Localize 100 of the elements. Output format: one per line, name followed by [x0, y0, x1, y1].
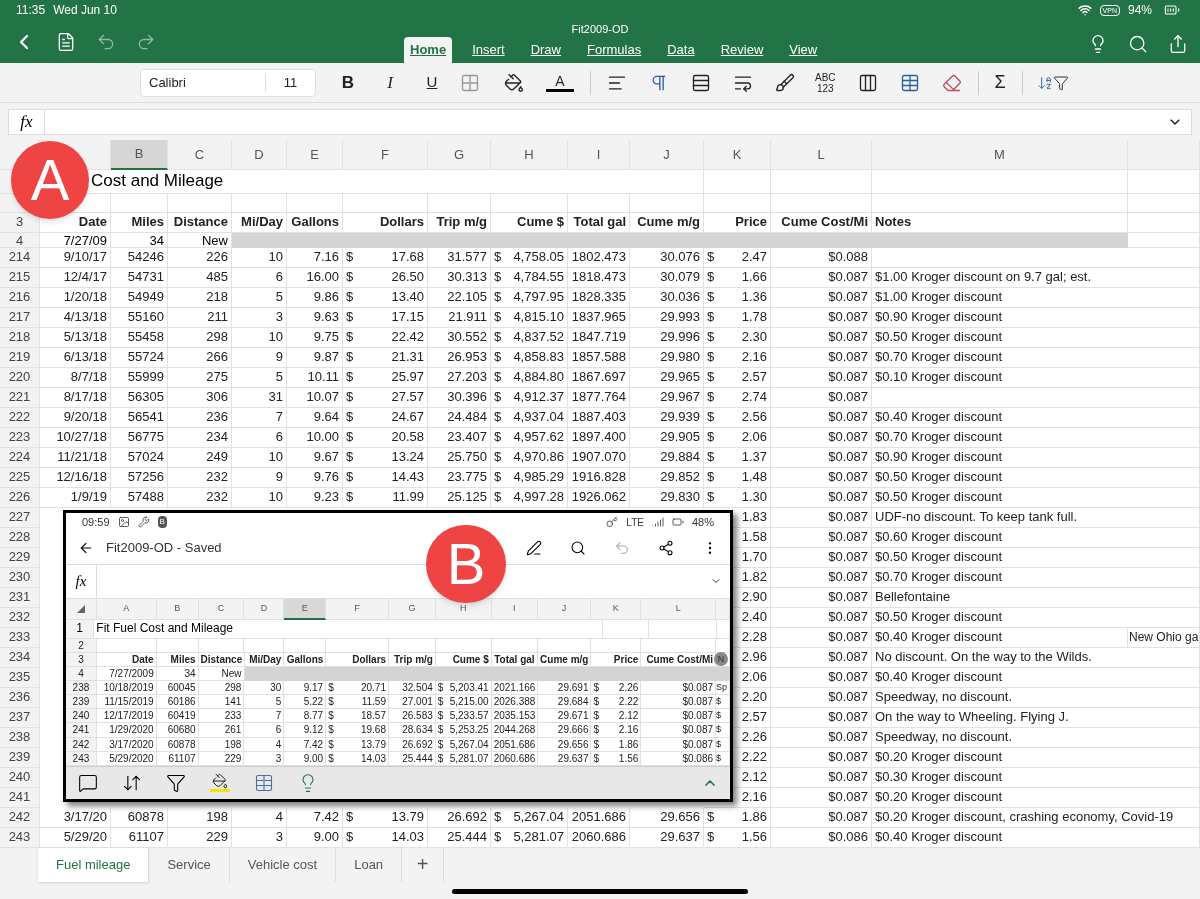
row-number[interactable]: 237	[0, 708, 40, 728]
pen-icon[interactable]	[526, 539, 542, 556]
row-number[interactable]: 241	[0, 788, 40, 808]
row-number[interactable]: 232	[0, 608, 40, 628]
row-number[interactable]: 227	[0, 508, 40, 528]
undo-icon[interactable]	[96, 32, 116, 52]
ribbon-tab[interactable]: Formulas	[581, 37, 648, 63]
column-header[interactable]: D	[244, 598, 285, 621]
font-color-button[interactable]: A	[546, 73, 574, 92]
sheet-tab[interactable]: Fuel mileage	[38, 848, 150, 882]
ribbon-tab[interactable]: Insert	[466, 37, 511, 63]
search-icon[interactable]	[570, 539, 586, 556]
row-number[interactable]: 221	[0, 388, 40, 408]
row-number[interactable]: 236	[0, 688, 40, 708]
row-number[interactable]: 226	[0, 488, 40, 508]
row-number[interactable]: 215	[0, 268, 40, 288]
row-number[interactable]: 231	[0, 588, 40, 608]
scroll-handle[interactable]: N	[714, 651, 729, 666]
table-cell: 60419	[156, 709, 199, 724]
fill-color-icon[interactable]	[210, 773, 230, 793]
column-header[interactable]: G	[428, 140, 491, 170]
borders-icon[interactable]	[460, 72, 480, 93]
column-header[interactable]: F	[326, 598, 389, 621]
share-icon[interactable]	[658, 539, 674, 556]
column-header[interactable]: I	[568, 140, 630, 170]
column-header[interactable]: L	[641, 598, 716, 621]
column-header[interactable]: D	[232, 140, 287, 170]
column-header[interactable]: F	[343, 140, 428, 170]
row-number[interactable]: 229	[0, 548, 40, 568]
delete-cells-icon[interactable]	[857, 72, 878, 93]
add-sheet-button[interactable]: +	[402, 848, 445, 882]
column-header[interactable]: K	[591, 598, 642, 621]
row-number[interactable]: 234	[0, 648, 40, 668]
filter-icon[interactable]	[166, 772, 186, 793]
sum-button[interactable]: Σ	[994, 69, 1006, 96]
column-header[interactable]: G	[389, 598, 436, 621]
key-icon[interactable]	[606, 516, 619, 529]
redo-icon[interactable]	[136, 32, 156, 52]
italic-button[interactable]: I	[376, 69, 404, 96]
row-number[interactable]: 242	[0, 808, 40, 828]
ribbon-tab[interactable]: View	[783, 37, 824, 63]
file-icon[interactable]	[56, 32, 76, 52]
sheet-tab[interactable]: Service	[149, 848, 230, 882]
row-number[interactable]: 216	[0, 288, 40, 308]
comment-icon[interactable]	[78, 772, 98, 793]
column-header[interactable]: H	[491, 140, 568, 170]
table-icon[interactable]	[254, 772, 274, 793]
ribbon-tab[interactable]: Review	[714, 37, 770, 63]
ribbon-tab[interactable]: Draw	[524, 37, 567, 63]
image-icon[interactable]	[117, 516, 130, 529]
column-header[interactable]: E	[284, 598, 327, 621]
select-all-icon[interactable]	[76, 604, 85, 613]
number-format-button[interactable]: ABC 123	[815, 71, 836, 94]
eraser-icon[interactable]	[941, 72, 962, 93]
row-number[interactable]: 223	[0, 428, 40, 448]
row-number[interactable]: 218	[0, 328, 40, 348]
sheet-tab[interactable]: Vehicle cost	[229, 848, 337, 882]
column-header[interactable]: C	[168, 140, 232, 170]
row-number[interactable]: 228	[0, 528, 40, 548]
row-number[interactable]: 224	[0, 448, 40, 468]
corner-cell[interactable]	[66, 598, 97, 621]
column-header[interactable]: M	[872, 140, 1128, 170]
brush-icon[interactable]	[775, 72, 795, 93]
column-header[interactable]: L	[771, 140, 872, 170]
row-number[interactable]: 230	[0, 568, 40, 588]
column-header[interactable]: J	[630, 140, 704, 170]
row-number[interactable]: 214	[0, 248, 40, 268]
bold-button[interactable]: B	[334, 69, 362, 96]
battery-icon[interactable]	[671, 516, 684, 529]
row-number[interactable]: 238	[66, 681, 97, 696]
font-field[interactable]: Calibri 11	[140, 68, 316, 97]
column-header[interactable]: B	[111, 140, 168, 170]
underline-button[interactable]: U	[418, 71, 446, 94]
row-number[interactable]: 239	[66, 695, 97, 710]
row-number[interactable]: 235	[0, 668, 40, 688]
ribbon-tab[interactable]: Home	[404, 37, 453, 63]
row-number[interactable]: 4	[0, 233, 40, 248]
row-number[interactable]: 238	[0, 728, 40, 748]
row-number[interactable]: 239	[0, 748, 40, 768]
row-number[interactable]: 219	[0, 348, 40, 368]
row-number[interactable]: 222	[0, 408, 40, 428]
row-number[interactable]: 220	[0, 368, 40, 388]
sheet-tab[interactable]: Loan	[336, 848, 403, 882]
row-number[interactable]: 233	[0, 628, 40, 648]
fill-color-icon[interactable]	[504, 72, 524, 93]
column-header[interactable]: E	[287, 140, 343, 170]
insert-cells-icon[interactable]	[899, 72, 920, 93]
wrench-icon[interactable]	[137, 516, 150, 529]
row-number[interactable]: 3	[0, 213, 40, 233]
ribbon-tab[interactable]: Data	[661, 37, 701, 63]
row-number[interactable]: 243	[0, 828, 40, 848]
wifi-icon[interactable]	[1077, 3, 1092, 17]
rows-icon[interactable]	[691, 72, 711, 93]
row-number[interactable]: 240	[0, 768, 40, 788]
row-number[interactable]: 225	[0, 468, 40, 488]
row-number[interactable]: 1	[66, 620, 95, 639]
column-header[interactable]: K	[704, 140, 771, 170]
row-number[interactable]: 240	[66, 709, 97, 724]
row-number[interactable]: 241	[66, 723, 97, 738]
row-number[interactable]: 217	[0, 308, 40, 328]
